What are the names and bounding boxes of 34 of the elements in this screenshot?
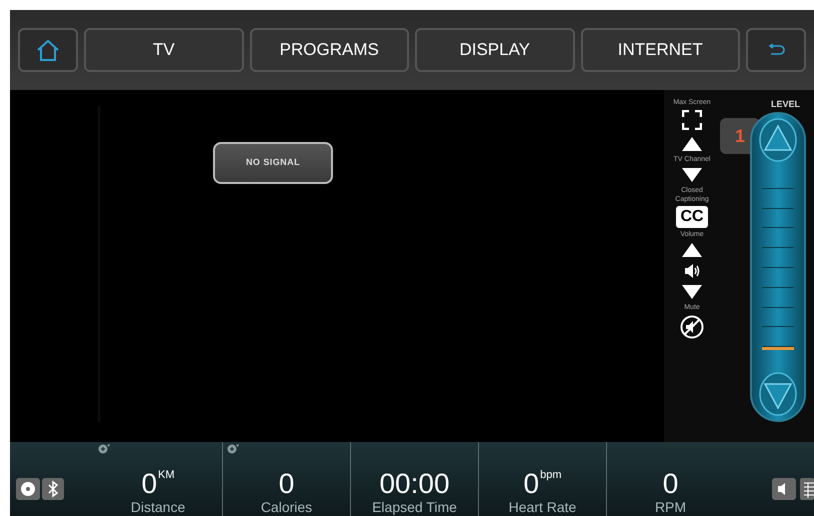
nav-tab[interactable]: INTERNET	[580, 28, 740, 72]
nav-tab[interactable]: TV	[84, 28, 244, 72]
stat-value: 00:00	[379, 470, 450, 498]
bluetooth-icon[interactable]	[42, 478, 64, 500]
stat-value: 0	[662, 470, 678, 498]
no-signal-button[interactable]: NO SIGNAL	[213, 142, 333, 184]
stat-label: Distance	[130, 498, 186, 516]
stat-unit: bpm	[540, 470, 562, 481]
home-icon	[35, 38, 61, 62]
fullscreen-icon[interactable]	[682, 110, 702, 130]
stat-unit: KM	[158, 470, 175, 481]
stat-label: Elapsed Time	[372, 498, 457, 516]
nav-tab[interactable]: DISPLAY	[415, 28, 574, 72]
back-arrow-icon	[767, 44, 785, 56]
volume-up-icon[interactable]	[681, 242, 703, 258]
stat-value: 0	[278, 470, 294, 498]
closed-caption-button[interactable]: CC	[676, 206, 708, 228]
stat-label: Calories	[260, 498, 312, 516]
edit-icon[interactable]	[227, 444, 239, 454]
channel-down-icon[interactable]	[681, 167, 703, 183]
nav-tab[interactable]: PROGRAMS	[250, 28, 409, 72]
speaker-icon	[684, 264, 700, 278]
stat-value: 0	[524, 470, 540, 498]
channel-up-icon[interactable]	[681, 136, 703, 152]
level-title: LEVEL	[770, 98, 800, 111]
stat-label: RPM	[654, 498, 686, 516]
level-value: 1	[734, 124, 745, 148]
home-button[interactable]	[18, 28, 78, 72]
volume-down-icon[interactable]	[681, 284, 703, 300]
mute-icon[interactable]	[680, 315, 704, 339]
speaker-icon[interactable]	[772, 478, 796, 500]
stat-value: 0	[141, 470, 158, 498]
stat-label: Heart Rate	[508, 498, 576, 516]
edit-icon[interactable]	[98, 444, 110, 454]
